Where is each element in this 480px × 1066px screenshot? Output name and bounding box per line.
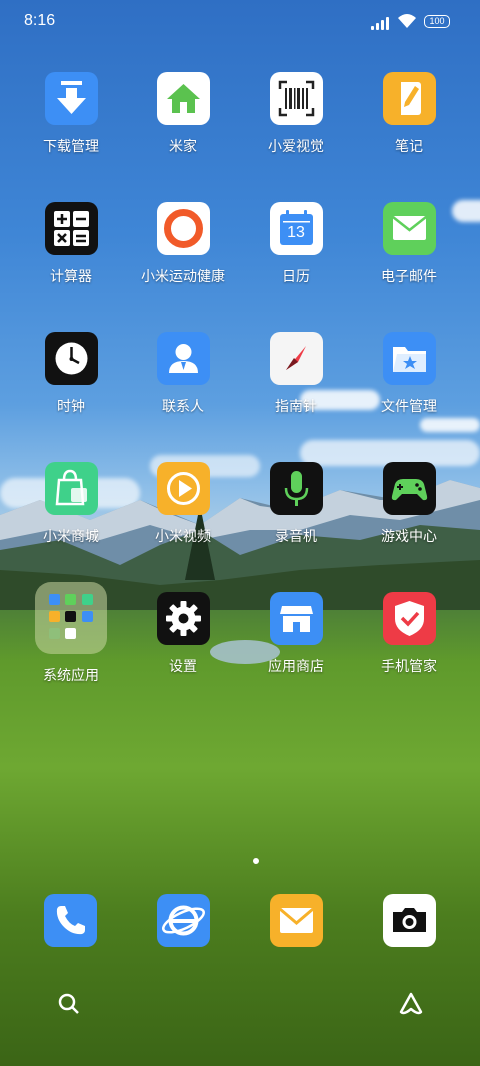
app-label: 游戏中心 — [381, 529, 437, 545]
mail-envelope-icon — [382, 202, 436, 255]
app-security[interactable]: 手机管家 — [353, 592, 465, 675]
browser-icon[interactable] — [157, 894, 210, 947]
status-time: 8:16 — [24, 12, 56, 29]
camera-icon[interactable] — [383, 894, 436, 947]
app-recorder[interactable]: 录音机 — [240, 462, 352, 545]
app-notes[interactable]: 笔记 — [353, 72, 465, 155]
app-label: 计算器 — [50, 269, 92, 285]
store-icon — [269, 592, 323, 645]
app-compass[interactable]: 指南针 — [240, 332, 352, 415]
compass-icon — [269, 332, 323, 385]
app-label: 小米运动健康 — [141, 269, 225, 285]
battery-level: 100 — [429, 16, 445, 26]
app-game-center[interactable]: 游戏中心 — [353, 462, 465, 545]
status-bar: 8:16 100 — [0, 0, 480, 44]
app-label: 笔记 — [395, 139, 423, 155]
calendar-icon: 13 — [269, 202, 323, 255]
app-calculator[interactable]: 计算器 — [15, 202, 127, 285]
shield-check-icon — [382, 592, 436, 645]
app-label: 设置 — [169, 659, 197, 675]
app-label: 手机管家 — [381, 659, 437, 675]
page-indicator[interactable] — [253, 858, 259, 864]
download-icon — [44, 72, 98, 125]
app-label: 小米商城 — [43, 529, 99, 545]
gear-icon — [156, 592, 210, 645]
app-mi-store[interactable]: 小米商城 — [15, 462, 127, 545]
app-folder-system-apps[interactable]: 系统应用 — [15, 582, 127, 684]
app-label: 系统应用 — [43, 668, 99, 684]
app-xiaoai-vision[interactable]: 小爱视觉 — [240, 72, 352, 155]
app-label: 电子邮件 — [381, 269, 437, 285]
app-label: 文件管理 — [381, 399, 437, 415]
clock-icon — [44, 332, 98, 385]
signal-icon — [371, 16, 393, 30]
wifi-icon — [398, 14, 416, 28]
envelope-icon[interactable] — [270, 894, 323, 947]
note-pen-icon — [382, 72, 436, 125]
folder-grid-icon — [35, 582, 107, 654]
app-mi-video[interactable]: 小米视频 — [127, 462, 239, 545]
app-label: 下载管理 — [43, 139, 99, 155]
contact-person-icon — [156, 332, 210, 385]
app-email[interactable]: 电子邮件 — [353, 202, 465, 285]
gamepad-icon — [382, 462, 436, 515]
app-settings[interactable]: 设置 — [127, 592, 239, 675]
app-mijia[interactable]: 米家 — [127, 72, 239, 155]
app-label: 米家 — [169, 139, 197, 155]
folder-star-icon — [382, 332, 436, 385]
app-label: 日历 — [282, 269, 310, 285]
assistant-icon[interactable] — [398, 991, 424, 1017]
app-label: 应用商店 — [268, 659, 324, 675]
app-label: 小爱视觉 — [268, 139, 324, 155]
app-label: 联系人 — [162, 399, 204, 415]
microphone-icon — [269, 462, 323, 515]
app-label: 录音机 — [275, 529, 317, 545]
battery-icon: 100 — [424, 15, 450, 28]
app-contacts[interactable]: 联系人 — [127, 332, 239, 415]
app-download-manager[interactable]: 下载管理 — [15, 72, 127, 155]
app-label: 小米视频 — [155, 529, 211, 545]
app-label: 指南针 — [275, 399, 317, 415]
calendar-day: 13 — [287, 224, 305, 241]
home-icon — [156, 72, 210, 125]
app-file-manager[interactable]: 文件管理 — [353, 332, 465, 415]
app-calendar[interactable]: 13 日历 — [240, 202, 352, 285]
app-mi-fitness[interactable]: 小米运动健康 — [127, 202, 239, 285]
play-icon — [156, 462, 210, 515]
app-label: 时钟 — [57, 399, 85, 415]
cloud — [420, 418, 480, 432]
barcode-scan-icon — [269, 72, 323, 125]
search-icon[interactable] — [56, 991, 82, 1017]
app-clock[interactable]: 时钟 — [15, 332, 127, 415]
calculator-icon — [44, 202, 98, 255]
ring-icon — [156, 202, 210, 255]
phone-icon[interactable] — [44, 894, 97, 947]
shopping-bag-icon — [44, 462, 98, 515]
app-app-store[interactable]: 应用商店 — [240, 592, 352, 675]
